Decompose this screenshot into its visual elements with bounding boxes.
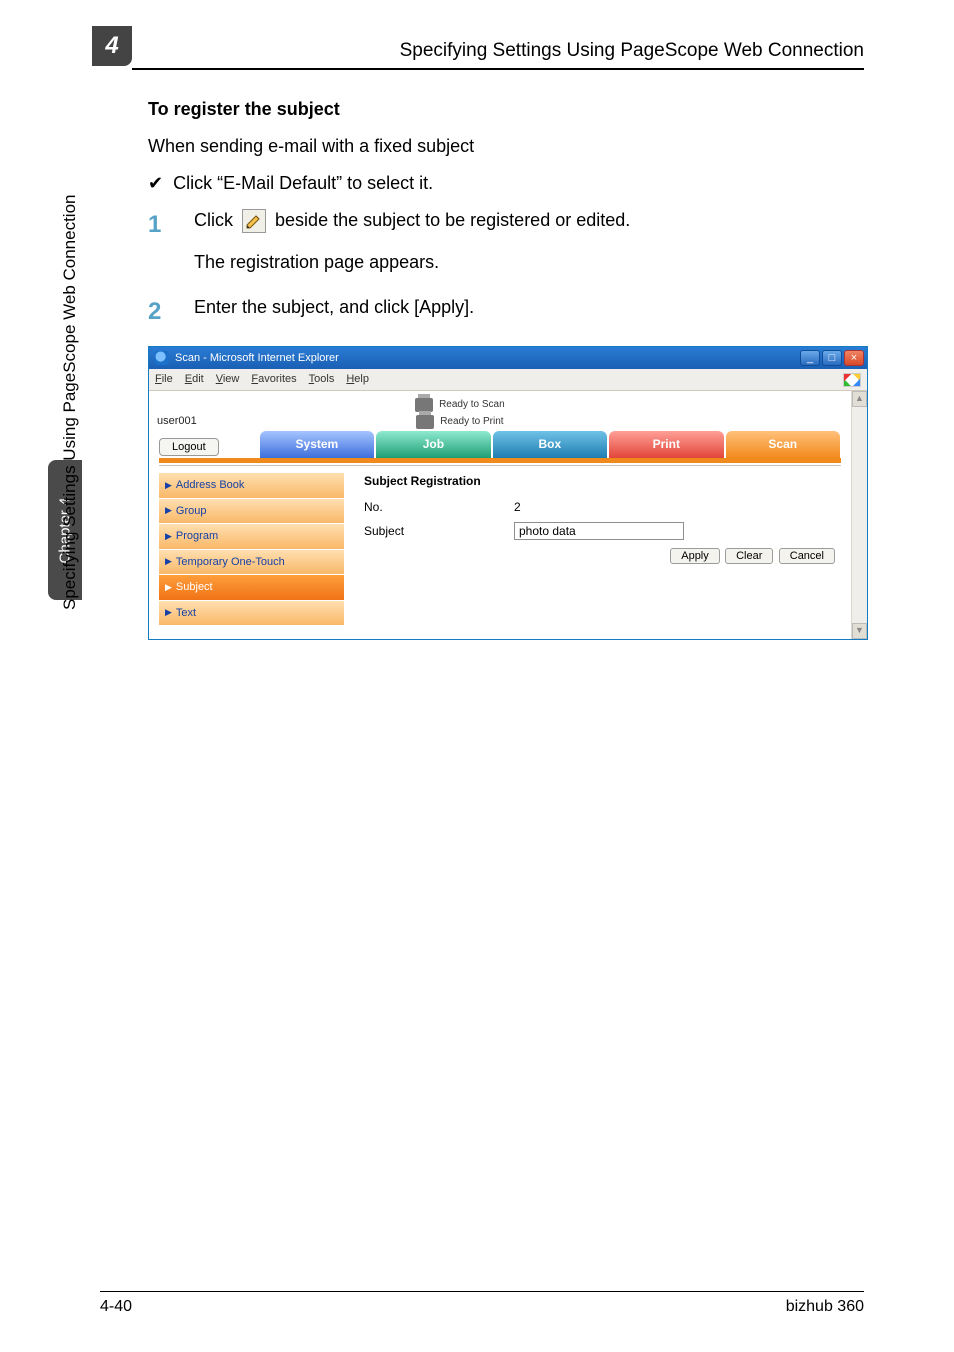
logout-button[interactable]: Logout	[159, 438, 219, 456]
windows-flag-icon	[843, 373, 861, 387]
panel-title: Subject Registration	[364, 472, 841, 490]
divider	[159, 465, 841, 466]
close-button[interactable]: ×	[844, 350, 864, 366]
scanner-icon	[415, 398, 433, 412]
subject-label: Subject	[364, 522, 514, 540]
side-menu: ▶ Address Book ▶ Group ▶ Program ▶	[159, 472, 344, 625]
status-scan: Ready to Scan	[439, 397, 505, 412]
sidebar-item-label: Subject	[176, 579, 213, 596]
subject-registration-panel: Subject Registration No. 2 Subject Apply…	[364, 472, 841, 625]
window-titlebar: Scan - Microsoft Internet Explorer _ □ ×	[149, 347, 867, 369]
sidebar-item-label: Temporary One-Touch	[176, 554, 285, 571]
browser-menubar: File Edit View Favorites Tools Help	[149, 369, 867, 391]
sidebar-item-text[interactable]: ▶ Text	[159, 600, 344, 626]
no-value: 2	[514, 498, 521, 516]
step-2: 2 Enter the subject, and click [Apply].	[148, 294, 864, 330]
sidebar-item-temporary-one-touch[interactable]: ▶ Temporary One-Touch	[159, 549, 344, 575]
step1-part-a: Click	[194, 210, 233, 230]
window-title: Scan - Microsoft Internet Explorer	[175, 350, 339, 367]
page-running-header: Specifying Settings Using PageScope Web …	[320, 40, 864, 62]
ie-icon	[155, 351, 169, 365]
tab-system[interactable]: System	[260, 431, 374, 458]
tab-scan[interactable]: Scan	[726, 431, 840, 458]
clear-button[interactable]: Clear	[725, 548, 773, 564]
tab-job[interactable]: Job	[376, 431, 490, 458]
cancel-button[interactable]: Cancel	[779, 548, 835, 564]
sidebar-item-label: Text	[176, 605, 196, 622]
chevron-right-icon: ▶	[165, 479, 172, 493]
tab-box[interactable]: Box	[493, 431, 607, 458]
window-buttons: _ □ ×	[800, 350, 864, 366]
sidebar-item-program[interactable]: ▶ Program	[159, 523, 344, 549]
step-number: 2	[148, 294, 174, 330]
side-running-title: Specifying Settings Using PageScope Web …	[60, 195, 80, 611]
chevron-right-icon: ▶	[165, 530, 172, 544]
menu-favorites[interactable]: Favorites	[251, 371, 296, 388]
footer-rule	[100, 1291, 864, 1292]
sidebar-item-label: Program	[176, 528, 218, 545]
vertical-scrollbar[interactable]: ▲ ▼	[851, 391, 867, 639]
menu-help[interactable]: Help	[346, 371, 369, 388]
prereq-bullet: Click “E-Mail Default” to select it.	[148, 170, 864, 197]
subject-input[interactable]	[514, 522, 684, 540]
scroll-down-icon[interactable]: ▼	[852, 623, 867, 639]
menu-view[interactable]: View	[216, 371, 240, 388]
menu-file[interactable]: File	[155, 371, 173, 388]
device-status-bar: user001 Ready to Scan Ready to Print	[149, 391, 851, 431]
edit-icon	[242, 209, 266, 233]
menu-tools[interactable]: Tools	[309, 371, 335, 388]
active-tab-underline	[159, 458, 841, 463]
browser-window: Scan - Microsoft Internet Explorer _ □ ×…	[148, 346, 868, 640]
content-area: To register the subject When sending e-m…	[148, 96, 864, 640]
no-label: No.	[364, 498, 514, 516]
button-row: Apply Clear Cancel	[364, 546, 841, 564]
header-rule	[132, 68, 864, 70]
tab-print[interactable]: Print	[609, 431, 723, 458]
sidebar-item-label: Group	[176, 503, 207, 520]
chevron-right-icon: ▶	[165, 555, 172, 569]
printer-icon	[416, 415, 434, 429]
sidebar-item-label: Address Book	[176, 477, 244, 494]
apply-button[interactable]: Apply	[670, 548, 720, 564]
step-number: 1	[148, 207, 174, 243]
sidebar-item-group[interactable]: ▶ Group	[159, 498, 344, 524]
step1-result: The registration page appears.	[194, 249, 864, 276]
step-1: 1 Click beside the subject to be registe…	[148, 207, 864, 243]
step-text: Click beside the subject to be registere…	[194, 207, 864, 243]
page-corner-number: 4	[92, 26, 132, 66]
status-print: Ready to Print	[440, 414, 503, 429]
browser-body: ▲ ▼ user001 Ready to Scan Ready to Print	[149, 391, 867, 639]
footer-page-number: 4-40	[100, 1298, 132, 1316]
step1-part-b: beside the subject to be registered or e…	[275, 210, 630, 230]
sidebar-item-subject[interactable]: ▶ Subject	[159, 574, 344, 600]
chevron-right-icon: ▶	[165, 606, 172, 620]
maximize-button[interactable]: □	[822, 350, 842, 366]
step-text: Enter the subject, and click [Apply].	[194, 294, 864, 330]
tab-row: Logout System Job Box Print Scan	[149, 431, 851, 458]
section-heading: To register the subject	[148, 96, 864, 123]
minimize-button[interactable]: _	[800, 350, 820, 366]
username-label: user001	[157, 413, 197, 430]
sidebar-item-address-book[interactable]: ▶ Address Book	[159, 472, 344, 498]
intro-text: When sending e-mail with a fixed subject	[148, 133, 864, 160]
menu-edit[interactable]: Edit	[185, 371, 204, 388]
chevron-right-icon: ▶	[165, 581, 172, 595]
footer-model: bizhub 360	[786, 1298, 864, 1316]
main-area: ▶ Address Book ▶ Group ▶ Program ▶	[149, 472, 851, 639]
chevron-right-icon: ▶	[165, 504, 172, 518]
scroll-up-icon[interactable]: ▲	[852, 391, 867, 407]
